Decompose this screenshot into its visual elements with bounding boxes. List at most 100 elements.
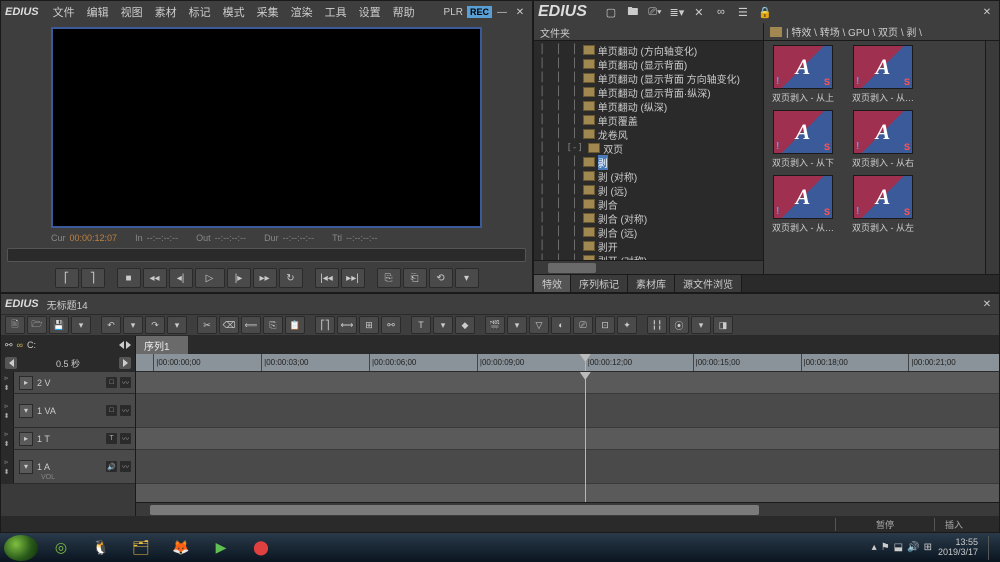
link-icon[interactable]: ∞ (713, 4, 729, 20)
track-lane[interactable] (136, 372, 999, 394)
stop-button[interactable]: ■ (117, 268, 141, 288)
fforward-button[interactable]: ▸▸ (253, 268, 277, 288)
timeline-ruler[interactable]: |00:00:00;00|00:00:03;00|00:00:06;00|00:… (136, 354, 999, 372)
effect-thumbnail[interactable]: !S双页剥入 - 从下 (768, 110, 838, 169)
next-frame-button[interactable]: |▸ (227, 268, 251, 288)
settings-button[interactable]: ✦ (617, 316, 637, 334)
thumb-scrollbar-v[interactable] (985, 41, 999, 274)
open-button[interactable]: 🗁 (27, 316, 47, 334)
show-desktop-button[interactable] (988, 536, 996, 560)
track-header[interactable]: ▹⬍▾1 AVOL🔊〰 (1, 450, 135, 484)
audio-mixer-button[interactable]: ⎚ (573, 316, 593, 334)
tree-item[interactable]: │ │ │ 单页翻动 (纵深) (534, 99, 763, 113)
taskbar-edius-icon[interactable]: ▶ (202, 535, 240, 561)
trim-button[interactable]: ⎡⎤ (315, 316, 335, 334)
tray-flag-icon[interactable]: ⚑ (881, 542, 890, 553)
loop-icon[interactable]: ∞ (17, 340, 23, 350)
ripple-delete-button[interactable]: ⟸ (241, 316, 261, 334)
insert-button[interactable]: ⎘ (377, 268, 401, 288)
title-dropdown[interactable]: ▾ (433, 316, 453, 334)
menu-视图[interactable]: 视图 (115, 5, 149, 21)
browser-tab[interactable]: 特效 (534, 275, 571, 292)
render-button[interactable]: 🎬 (485, 316, 505, 334)
video-preview[interactable] (51, 27, 482, 228)
paste-button[interactable]: 📋 (285, 316, 305, 334)
zoom-out-button[interactable] (5, 357, 17, 369)
redo-dropdown[interactable]: ▾ (167, 316, 187, 334)
marker-button[interactable]: ◆ (455, 316, 475, 334)
timeline-close-button[interactable]: ✕ (979, 297, 995, 311)
undo-button[interactable]: ↶ (101, 316, 121, 334)
tree-item[interactable]: │ │ │ 剥合 (对称) (534, 211, 763, 225)
group-button[interactable]: ⊞ (359, 316, 379, 334)
menu-帮助[interactable]: 帮助 (387, 5, 421, 21)
effect-thumbnail[interactable]: !S双页剥入 - 从左 (848, 175, 918, 234)
track-lane[interactable] (136, 394, 999, 428)
track-header[interactable]: ▹⬍▾1 VA□〰 (1, 394, 135, 428)
track-header[interactable]: ▹⬍▸1 TT〰 (1, 428, 135, 450)
track-header[interactable]: ▹⬍▸2 V□〰 (1, 372, 135, 394)
taskbar-chrome-icon[interactable]: ◎ (42, 535, 80, 561)
overwrite-button[interactable]: ⎗ (403, 268, 427, 288)
taskbar-record-icon[interactable]: ⬤ (242, 535, 280, 561)
menu-素材[interactable]: 素材 (149, 5, 183, 21)
tree-item[interactable]: │ │ │ 剥合 (远) (534, 225, 763, 239)
play-button[interactable]: ▷ (195, 268, 225, 288)
link-button[interactable]: ⚯ (381, 316, 401, 334)
taskbar-qq-icon[interactable]: 🐧 (82, 535, 120, 561)
copy-button[interactable]: ⎘ (263, 316, 283, 334)
timeline-scrollbar-h[interactable] (136, 502, 999, 516)
transition-button[interactable]: ▽ (529, 316, 549, 334)
tree-item[interactable]: │ │ [-] 双页 (534, 141, 763, 155)
tree-scrollbar-h[interactable] (534, 260, 763, 274)
render-dropdown[interactable]: ▾ (507, 316, 527, 334)
tree-item[interactable]: │ │ │ 剥开 (534, 239, 763, 253)
tray-notification-icon[interactable]: ⊞ (924, 542, 932, 553)
sequence-tab[interactable]: 序列1 (136, 336, 188, 355)
delete-clip-button[interactable]: ⌫ (219, 316, 239, 334)
effect-button[interactable]: ◐ (551, 316, 571, 334)
save-button[interactable]: 💾 (49, 316, 69, 334)
menu-设置[interactable]: 设置 (353, 5, 387, 21)
nav-prev-icon[interactable] (119, 341, 124, 349)
rec-badge[interactable]: REC (467, 6, 492, 18)
chain-icon[interactable]: ⚯ (5, 340, 13, 351)
timeline-tracks-area[interactable]: 序列1 |00:00:00;00|00:00:03;00|00:00:06;00… (136, 336, 999, 516)
fader-button[interactable]: ╎╎ (647, 316, 667, 334)
tree-item[interactable]: │ │ │ 剥合 (534, 197, 763, 211)
view-dropdown-icon[interactable]: ⎚▾ (647, 4, 663, 20)
tree-item[interactable]: │ │ │ 龙卷风 (534, 127, 763, 141)
effect-tree[interactable]: │ │ │ 单页翻动 (方向轴变化) │ │ │ 单页翻动 (显示背面) │ │… (534, 41, 763, 260)
tree-item[interactable]: │ │ │ 单页翻动 (方向轴变化) (534, 43, 763, 57)
split-button[interactable]: ⟷ (337, 316, 357, 334)
tree-item[interactable]: │ │ │ 单页覆盖 (534, 113, 763, 127)
menu-模式[interactable]: 模式 (217, 5, 251, 21)
new-button[interactable]: 🖹 (5, 316, 25, 334)
browser-tab[interactable]: 序列标记 (571, 275, 628, 292)
settings-icon[interactable]: ☰ (735, 4, 751, 20)
start-button[interactable] (4, 535, 38, 561)
zoom-in-button[interactable] (119, 357, 131, 369)
preview-scrubber[interactable] (7, 248, 526, 262)
browser-close-button[interactable]: ✕ (979, 5, 995, 19)
menu-编辑[interactable]: 编辑 (81, 5, 115, 21)
cut-button[interactable]: ✂ (197, 316, 217, 334)
timecode-cur[interactable]: 00:00:12:07 (70, 233, 118, 243)
taskbar-explorer-icon[interactable]: 🗂 (122, 535, 160, 561)
effect-thumbnail[interactable]: !S双页剥入 - 从上 (768, 45, 838, 104)
title-button[interactable]: T (411, 316, 431, 334)
cursor-mode-icon[interactable]: C: (27, 340, 36, 350)
goto-prev-edit-button[interactable]: |◂◂ (315, 268, 339, 288)
effect-thumbnail[interactable]: !S双页剥入 - 从… (848, 45, 918, 104)
browser-tab[interactable]: 源文件浏览 (675, 275, 742, 292)
export-dropdown[interactable]: ▾ (691, 316, 711, 334)
sort-dropdown-icon[interactable]: ≣▾ (669, 4, 685, 20)
nav-next-icon[interactable] (126, 341, 131, 349)
folder-icon[interactable]: ▢ (603, 4, 619, 20)
redo-button[interactable]: ↷ (145, 316, 165, 334)
rewind-button[interactable]: ◂◂ (143, 268, 167, 288)
tree-item[interactable]: │ │ │ 单页翻动 (显示背面 方向轴变化) (534, 71, 763, 85)
effect-thumbnail[interactable]: !S双页剥入 - 从右 (848, 110, 918, 169)
thumbnail-grid[interactable]: !S双页剥入 - 从上!S双页剥入 - 从…!S双页剥入 - 从下!S双页剥入 … (764, 41, 985, 274)
delete-icon[interactable]: ✕ (691, 4, 707, 20)
